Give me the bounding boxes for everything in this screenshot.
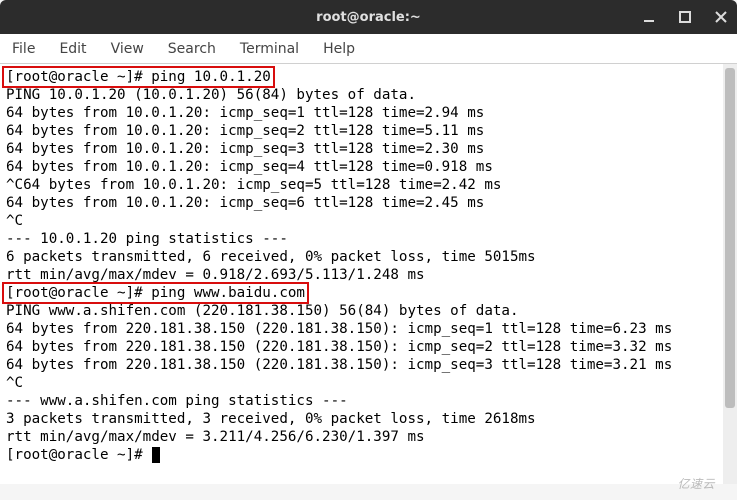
titlebar: root@oracle:~	[0, 0, 737, 34]
terminal-line: 64 bytes from 10.0.1.20: icmp_seq=4 ttl=…	[6, 158, 731, 176]
terminal-line: 64 bytes from 10.0.1.20: icmp_seq=6 ttl=…	[6, 194, 731, 212]
terminal-line: 6 packets transmitted, 6 received, 0% pa…	[6, 248, 731, 266]
terminal-line: 64 bytes from 220.181.38.150 (220.181.38…	[6, 338, 731, 356]
terminal-line: ^C64 bytes from 10.0.1.20: icmp_seq=5 tt…	[6, 176, 731, 194]
scrollbar-track[interactable]	[723, 64, 737, 484]
menu-view[interactable]: View	[111, 41, 144, 57]
terminal-line: [root@oracle ~]# ping www.baidu.com	[6, 284, 731, 302]
terminal-line: 64 bytes from 10.0.1.20: icmp_seq=3 ttl=…	[6, 140, 731, 158]
menu-terminal[interactable]: Terminal	[240, 41, 299, 57]
maximize-button[interactable]	[677, 9, 693, 25]
close-button[interactable]	[713, 9, 729, 25]
terminal-line: PING www.a.shifen.com (220.181.38.150) 5…	[6, 302, 731, 320]
menubar: File Edit View Search Terminal Help	[0, 34, 737, 64]
terminal-line: --- www.a.shifen.com ping statistics ---	[6, 392, 731, 410]
terminal-line: [root@oracle ~]# ping 10.0.1.20	[6, 68, 731, 86]
terminal-cursor	[152, 447, 160, 463]
terminal-line: PING 10.0.1.20 (10.0.1.20) 56(84) bytes …	[6, 86, 731, 104]
menu-search[interactable]: Search	[168, 41, 216, 57]
terminal-line: --- 10.0.1.20 ping statistics ---	[6, 230, 731, 248]
terminal-line: rtt min/avg/max/mdev = 3.211/4.256/6.230…	[6, 428, 731, 446]
terminal-line: 64 bytes from 10.0.1.20: icmp_seq=1 ttl=…	[6, 104, 731, 122]
terminal-line: 64 bytes from 220.181.38.150 (220.181.38…	[6, 320, 731, 338]
terminal-line: 3 packets transmitted, 3 received, 0% pa…	[6, 410, 731, 428]
window-title: root@oracle:~	[316, 10, 421, 25]
terminal-line: 64 bytes from 220.181.38.150 (220.181.38…	[6, 356, 731, 374]
scrollbar-thumb[interactable]	[725, 68, 735, 408]
terminal-line: ^C	[6, 212, 731, 230]
menu-edit[interactable]: Edit	[59, 41, 86, 57]
terminal-line: ^C	[6, 374, 731, 392]
terminal-line: [root@oracle ~]#	[6, 446, 731, 464]
menu-file[interactable]: File	[12, 41, 35, 57]
minimize-button[interactable]	[641, 9, 657, 25]
highlighted-command: [root@oracle ~]# ping www.baidu.com	[2, 282, 309, 304]
menu-help[interactable]: Help	[323, 41, 355, 57]
highlighted-command: [root@oracle ~]# ping 10.0.1.20	[2, 66, 275, 88]
terminal-output[interactable]: [root@oracle ~]# ping 10.0.1.20PING 10.0…	[0, 64, 737, 484]
window-controls	[641, 0, 729, 34]
terminal-line: 64 bytes from 10.0.1.20: icmp_seq=2 ttl=…	[6, 122, 731, 140]
